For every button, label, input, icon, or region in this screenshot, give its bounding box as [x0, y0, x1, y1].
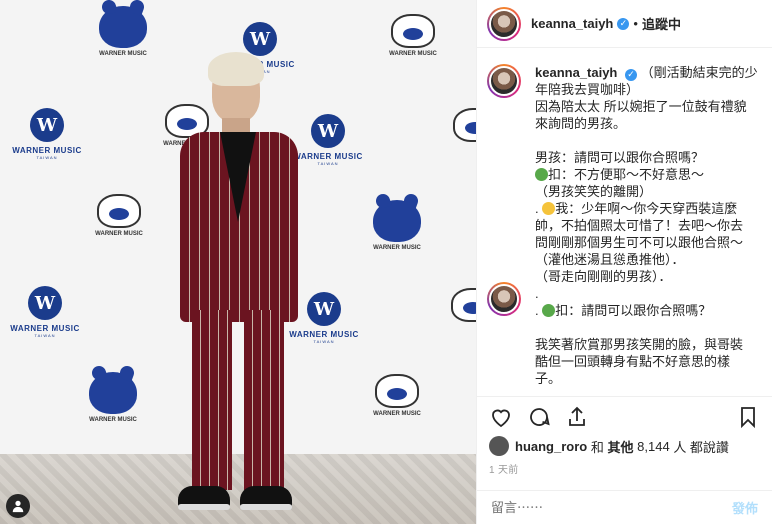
likes-and: 和	[590, 439, 604, 455]
caption-line: 因為陪太太 所以婉拒了一位鼓有禮貌	[535, 99, 747, 114]
caption-line: 我：少年啊～你今天穿西裝這麼	[555, 201, 738, 216]
post-photo[interactable]: WARNER MUSIC W WARNER MUSIC TAIWAN WARNE…	[0, 0, 476, 524]
caption: keanna_taiyh ✓ （剛活動結束完的少 年陪我去買咖啡） 因為陪太太 …	[487, 64, 762, 387]
instagram-post-modal: WARNER MUSIC W WARNER MUSIC TAIWAN WARNE…	[0, 0, 772, 524]
mascot-label: WARNER MUSIC	[99, 51, 147, 57]
warner-w-icon: W	[243, 22, 277, 56]
blue-pig-mascot	[373, 200, 421, 242]
liker-avatar[interactable]	[489, 436, 509, 456]
heart-icon[interactable]	[489, 405, 513, 429]
mascot-logo: WARNER MUSIC	[362, 374, 432, 417]
person-hair	[208, 52, 264, 86]
caption-avatar[interactable]	[487, 64, 521, 98]
warner-w-icon: W	[30, 108, 64, 142]
caption-line: （哥走向剛剛的男孩）．	[535, 269, 672, 284]
mascot-label: WARNER MUSIC	[95, 231, 143, 237]
warner-w-icon: W	[28, 286, 62, 320]
mascot-label: WARNER MUSIC	[373, 245, 421, 251]
caption-line: 問剛剛那個男生可不可以跟他合照～	[535, 235, 744, 250]
alien-emoji-icon	[542, 304, 556, 317]
mascot-logo: WARNER MUSIC	[378, 14, 448, 57]
author-username[interactable]: keanna_taiyh	[531, 16, 613, 31]
warner-w-icon: W	[307, 292, 341, 326]
likes-suffix: 人 都說讚	[673, 439, 729, 455]
comments-area[interactable]: keanna_taiyh ✓ （剛活動結束完的少 年陪我去買咖啡） 因為陪太太 …	[477, 48, 772, 396]
right-sole	[240, 504, 292, 510]
mascot-logo	[438, 288, 476, 322]
blue-pig-mascot	[99, 6, 147, 48]
left-sole	[178, 504, 230, 510]
caption-line: .	[535, 286, 539, 301]
verified-badge-icon: ✓	[617, 17, 630, 30]
inline-avatar[interactable]	[487, 282, 521, 316]
warner-label: WARNER MUSIC	[10, 324, 80, 333]
blue-pig-mascot	[89, 372, 137, 414]
caption-line: （男孩笑笑的離開）	[535, 184, 653, 199]
mascot-label: WARNER MUSIC	[389, 51, 437, 57]
caption-username[interactable]: keanna_taiyh	[535, 65, 617, 80]
warner-logo: W WARNER MUSIC TAIWAN	[0, 286, 90, 338]
caption-line: （灌他迷湯且慫恿推他）．	[535, 252, 685, 267]
alien-emoji-icon	[535, 168, 548, 181]
mascot-logo: WARNER MUSIC	[78, 372, 148, 423]
white-pig-mascot	[97, 194, 141, 228]
post-header: keanna_taiyh ✓ • 追蹤中	[477, 0, 772, 48]
caption-line: 扣：請問可以跟你合照嗎？	[555, 303, 712, 318]
warner-label: WARNER MUSIC	[12, 146, 82, 155]
post-timestamp[interactable]: 1 天前	[489, 461, 519, 476]
caption-text: keanna_taiyh ✓ （剛活動結束完的少 年陪我去買咖啡） 因為陪太太 …	[535, 65, 758, 386]
warner-sub: TAIWAN	[36, 155, 58, 160]
likes-summary: huang_roro 和 其他 8,144 人 都說讚	[489, 436, 729, 456]
smile-emoji-icon	[542, 202, 556, 215]
action-bar	[477, 396, 772, 436]
white-pig-mascot	[453, 108, 476, 142]
right-leg	[244, 310, 284, 490]
liker-username[interactable]: huang_roro	[515, 439, 587, 454]
caption-line: 子。	[535, 371, 562, 386]
warner-logo: W WARNER MUSIC TAIWAN	[2, 108, 92, 160]
caption-line: 來詢問的男孩。	[535, 116, 627, 131]
tagged-user-icon[interactable]	[6, 494, 30, 518]
caption-line: 年陪我去買咖啡）	[535, 82, 640, 97]
add-comment-bar: 發佈	[477, 490, 772, 524]
white-pig-mascot	[391, 14, 435, 48]
mascot-logo	[440, 108, 476, 142]
warner-w-icon: W	[311, 114, 345, 148]
caption-line: 酷但一回頭轉身有點不好意思的樣	[535, 354, 731, 369]
verified-badge-icon: ✓	[625, 68, 637, 81]
mascot-label: WARNER MUSIC	[89, 417, 137, 423]
post-comment-button[interactable]: 發佈	[732, 498, 758, 517]
following-button[interactable]: 追蹤中	[642, 14, 681, 33]
header-separator: •	[633, 16, 638, 31]
share-icon[interactable]	[565, 405, 589, 429]
likes-count[interactable]: 8,144	[637, 439, 670, 454]
post-side-panel: keanna_taiyh ✓ • 追蹤中 keanna_taiyh ✓ （剛活動…	[476, 0, 772, 524]
white-pig-mascot	[451, 288, 476, 322]
white-pig-mascot	[375, 374, 419, 408]
mascot-logo: WARNER MUSIC	[88, 6, 158, 57]
comment-icon[interactable]	[527, 405, 551, 429]
caption-line: 扣：不方便耶～不好意思～	[548, 167, 705, 182]
person-in-striped-suit	[170, 52, 310, 520]
comment-input[interactable]	[491, 500, 732, 515]
left-leg	[192, 310, 232, 490]
caption-line: 帥，不拍個照太可惜了！去吧～你去	[535, 218, 744, 233]
author-avatar[interactable]	[487, 6, 521, 41]
mascot-logo: WARNER MUSIC	[362, 200, 432, 251]
warner-sub: TAIWAN	[34, 333, 56, 338]
caption-line: 我笑著欣賞那男孩笑開的臉，與哥裝	[535, 337, 744, 352]
caption-line: （剛活動結束完的少	[640, 65, 758, 80]
mascot-label: WARNER MUSIC	[373, 411, 421, 417]
likes-others[interactable]: 其他	[608, 437, 634, 456]
caption-line: 男孩：請問可以跟你合照嗎？	[535, 150, 705, 165]
mascot-logo: WARNER MUSIC	[84, 194, 154, 237]
bookmark-icon[interactable]	[736, 405, 760, 429]
